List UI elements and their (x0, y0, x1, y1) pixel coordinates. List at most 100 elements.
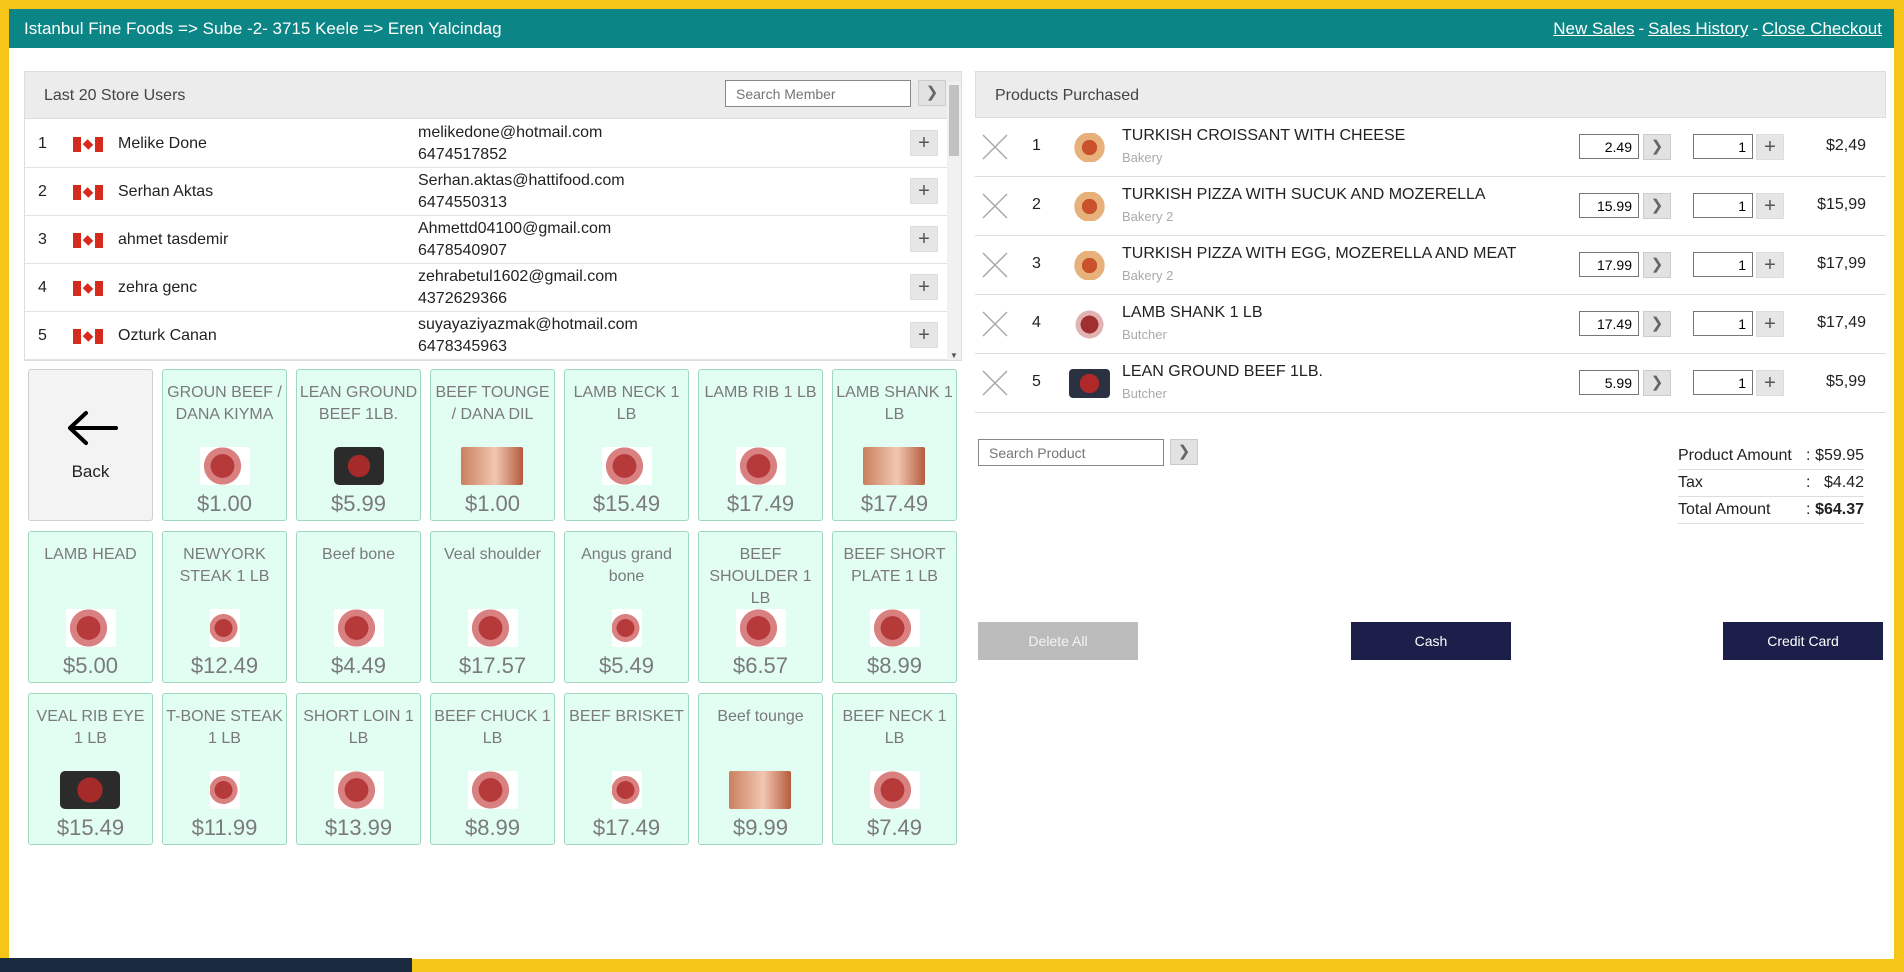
credit-card-button[interactable]: Credit Card (1723, 622, 1883, 660)
remove-item-icon[interactable] (982, 370, 1008, 396)
products-purchased-panel: Products Purchased 1 TURKISH CROISSANT W… (975, 71, 1886, 660)
product-tile-price: $8.99 (866, 653, 923, 678)
product-tile-name: T-BONE STEAK 1 LB (166, 708, 283, 747)
product-tile-price: $11.99 (191, 815, 258, 840)
search-member-button[interactable]: ❯ (918, 80, 946, 106)
search-product-input[interactable] (978, 439, 1164, 466)
item-quantity-input[interactable] (1693, 311, 1753, 336)
user-number: 2 (38, 183, 47, 200)
product-tile[interactable]: T-BONE STEAK 1 LB $11.99 (162, 693, 287, 845)
item-price-input[interactable] (1579, 311, 1639, 336)
remove-item-icon[interactable] (982, 193, 1008, 219)
product-image (870, 609, 920, 647)
tax-row: Tax : $4.42 (1678, 470, 1864, 497)
product-image (468, 609, 518, 647)
close-checkout-link[interactable]: Close Checkout (1762, 19, 1882, 38)
chevron-right-icon: ❯ (1650, 315, 1664, 332)
product-thumbnail (1069, 133, 1110, 162)
product-tile[interactable]: LAMB NECK 1 LB $15.49 (564, 369, 689, 521)
product-image (60, 771, 120, 809)
add-user-button[interactable]: + (910, 226, 938, 252)
search-product-button[interactable]: ❯ (1170, 439, 1198, 465)
sales-history-link[interactable]: Sales History (1648, 19, 1748, 38)
product-tile[interactable]: SHORT LOIN 1 LB $13.99 (296, 693, 421, 845)
update-price-button[interactable]: ❯ (1643, 252, 1671, 278)
product-tile-price: $9.99 (732, 815, 789, 840)
delete-all-button[interactable]: Delete All (978, 622, 1138, 660)
product-tile[interactable]: Beef tounge $9.99 (698, 693, 823, 845)
add-user-button[interactable]: + (910, 274, 938, 300)
user-email: Serhan.aktas@hattifood.com (418, 172, 625, 189)
increase-quantity-button[interactable]: + (1756, 311, 1784, 337)
new-sales-link[interactable]: New Sales (1553, 19, 1634, 38)
user-email: melikedone@hotmail.com (418, 124, 603, 141)
product-tile[interactable]: Veal shoulder $17.57 (430, 531, 555, 683)
cash-button[interactable]: Cash (1351, 622, 1511, 660)
remove-item-icon[interactable] (982, 134, 1008, 160)
product-tile[interactable]: VEAL RIB EYE 1 LB $15.49 (28, 693, 153, 845)
item-quantity-input[interactable] (1693, 370, 1753, 395)
scrollbar-thumb[interactable] (949, 85, 959, 156)
user-list-scrollbar[interactable]: ▼ (947, 82, 961, 360)
update-price-button[interactable]: ❯ (1643, 311, 1671, 337)
add-user-button[interactable]: + (910, 178, 938, 204)
product-tile-name: BEEF NECK 1 LB (842, 708, 947, 747)
product-tile-name: GROUN BEEF / DANA KIYMA (167, 384, 282, 423)
cart-item-name: LAMB SHANK 1 LB (1122, 304, 1263, 321)
add-user-button[interactable]: + (910, 130, 938, 156)
plus-icon: + (918, 276, 930, 298)
product-tile[interactable]: LAMB HEAD $5.00 (28, 531, 153, 683)
search-member-input[interactable] (725, 80, 911, 107)
user-phone: 4372629366 (418, 290, 507, 307)
product-tile[interactable]: Angus grand bone $5.49 (564, 531, 689, 683)
total-amount-label: Total Amount (1678, 501, 1771, 518)
product-tile[interactable]: GROUN BEEF / DANA KIYMA $1.00 (162, 369, 287, 521)
item-price-input[interactable] (1579, 193, 1639, 218)
chevron-right-icon: ❯ (925, 84, 939, 101)
product-tile[interactable]: LAMB SHANK 1 LB $17.49 (832, 369, 957, 521)
canada-flag-icon (73, 329, 103, 344)
product-image (612, 609, 642, 647)
cart-item-name: TURKISH PIZZA WITH SUCUK AND MOZERELLA (1122, 186, 1486, 203)
update-price-button[interactable]: ❯ (1643, 134, 1671, 160)
product-tile[interactable]: BEEF BRISKET $17.49 (564, 693, 689, 845)
increase-quantity-button[interactable]: + (1756, 370, 1784, 396)
add-user-button[interactable]: + (910, 322, 938, 348)
product-tile[interactable]: BEEF CHUCK 1 LB $8.99 (430, 693, 555, 845)
store-users-header: Last 20 Store Users ❯ (25, 72, 961, 119)
product-tile[interactable]: Beef bone $4.49 (296, 531, 421, 683)
product-tile-name: BEEF CHUCK 1 LB (434, 708, 551, 747)
cart-item-row: 4 LAMB SHANK 1 LB Butcher ❯ + $17,49 (975, 295, 1886, 354)
product-tile[interactable]: LAMB RIB 1 LB $17.49 (698, 369, 823, 521)
update-price-button[interactable]: ❯ (1643, 370, 1671, 396)
item-quantity-input[interactable] (1693, 252, 1753, 277)
back-tile[interactable]: Back (28, 369, 153, 521)
store-title: Istanbul Fine Foods => Sube -2- 3715 Kee… (24, 19, 502, 38)
remove-item-icon[interactable] (982, 311, 1008, 337)
scroll-down-arrow-icon[interactable]: ▼ (950, 351, 958, 360)
item-price-input[interactable] (1579, 252, 1639, 277)
product-tile[interactable]: BEEF NECK 1 LB $7.49 (832, 693, 957, 845)
product-tile[interactable]: LEAN GROUND BEEF 1LB. $5.99 (296, 369, 421, 521)
increase-quantity-button[interactable]: + (1756, 134, 1784, 160)
product-tile[interactable]: BEEF SHORT PLATE 1 LB $8.99 (832, 531, 957, 683)
increase-quantity-button[interactable]: + (1756, 252, 1784, 278)
canada-flag-icon (73, 233, 103, 248)
plus-icon: + (918, 228, 930, 250)
remove-item-icon[interactable] (982, 252, 1008, 278)
product-tile[interactable]: BEEF SHOULDER 1 LB $6.57 (698, 531, 823, 683)
increase-quantity-button[interactable]: + (1756, 193, 1784, 219)
product-tile-name: LEAN GROUND BEEF 1LB. (299, 384, 418, 423)
update-price-button[interactable]: ❯ (1643, 193, 1671, 219)
item-price-input[interactable] (1579, 370, 1639, 395)
product-tile[interactable]: NEWYORK STEAK 1 LB $12.49 (162, 531, 287, 683)
plus-icon: + (918, 132, 930, 154)
product-tile-name: BEEF SHORT PLATE 1 LB (843, 546, 946, 585)
product-amount-value: $59.95 (1815, 447, 1864, 464)
item-quantity-input[interactable] (1693, 193, 1753, 218)
product-image (870, 771, 920, 809)
cart-item-category: Bakery 2 (1122, 268, 1174, 283)
item-price-input[interactable] (1579, 134, 1639, 159)
item-quantity-input[interactable] (1693, 134, 1753, 159)
product-tile[interactable]: BEEF TOUNGE / DANA DIL $1.00 (430, 369, 555, 521)
